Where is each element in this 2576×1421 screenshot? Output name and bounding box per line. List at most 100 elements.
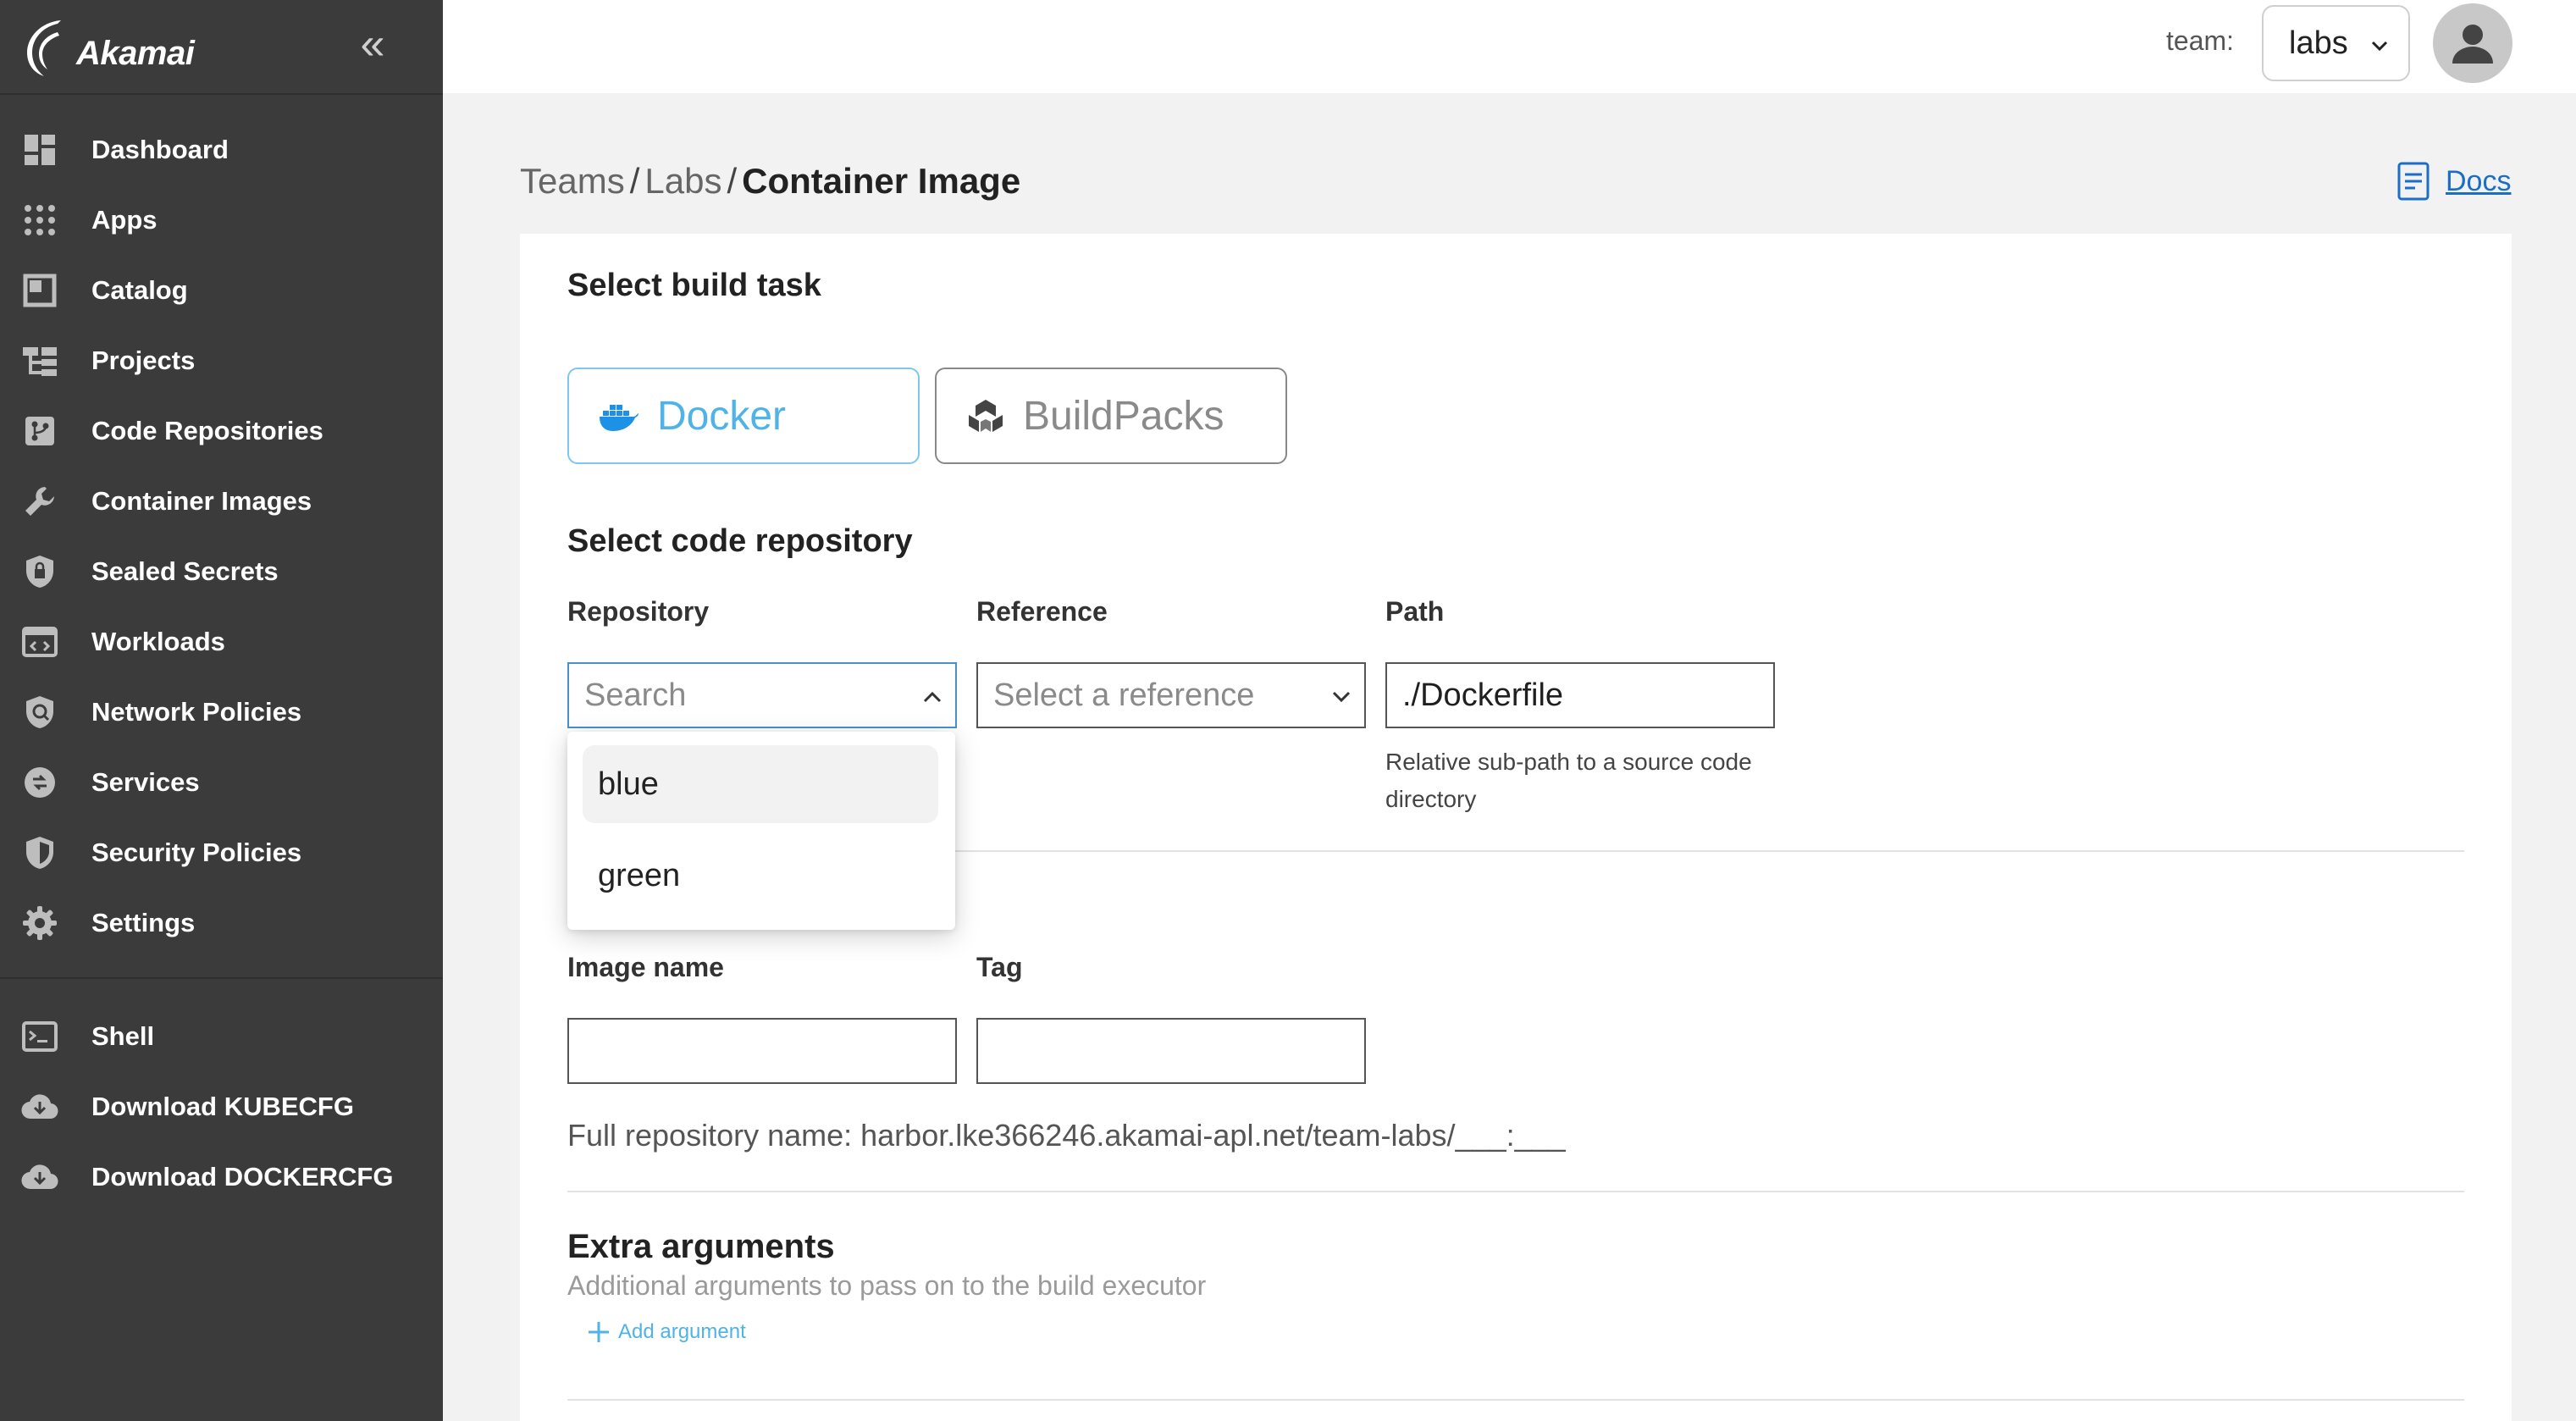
add-argument-button[interactable]: Add argument — [586, 1319, 746, 1345]
dashboard-icon — [19, 129, 61, 171]
sidebar-item-catalog[interactable]: Catalog — [0, 257, 443, 324]
sidebar-item-container-images[interactable]: Container Images — [0, 467, 443, 535]
tag-label: Tag — [976, 952, 1023, 982]
sidebar-item-security-policies[interactable]: Security Policies — [0, 819, 443, 887]
repository-dropdown: blue green — [567, 732, 955, 930]
full-repository-prefix: Full repository name: — [567, 1118, 861, 1153]
catalog-icon — [19, 269, 61, 312]
image-name-label: Image name — [567, 952, 724, 982]
sidebar-item-label: Download DOCKERCFG — [91, 1162, 394, 1192]
sidebar-item-sealed-secrets[interactable]: Sealed Secrets — [0, 538, 443, 605]
sidebar-item-label: Projects — [91, 346, 196, 375]
sidebar-item-projects[interactable]: Projects — [0, 327, 443, 395]
sidebar-item-workloads[interactable]: Workloads — [0, 608, 443, 676]
sidebar-item-label: Settings — [91, 908, 196, 937]
reference-placeholder: Select a reference — [993, 677, 1255, 713]
code-repository-title: Select code repository — [567, 523, 913, 559]
build-task-title: Select build task — [567, 268, 821, 303]
path-input[interactable]: ./Dockerfile — [1385, 662, 1775, 728]
image-name-input[interactable] — [567, 1018, 957, 1084]
team-label: team: — [2166, 25, 2235, 56]
sidebar-item-label: Security Policies — [91, 838, 302, 867]
gear-icon — [19, 902, 61, 944]
document-icon — [2397, 162, 2430, 201]
code-repository-icon — [19, 410, 61, 452]
buildpacks-icon — [969, 400, 1003, 432]
sidebar: Akamai « Dashboard Apps Catalog Projects… — [0, 0, 443, 1421]
sidebar-item-download-dockercfg[interactable]: Download DOCKERCFG — [0, 1143, 443, 1211]
reference-label: Reference — [976, 596, 1108, 627]
page-title: Container Image — [742, 161, 1021, 201]
team-select[interactable]: labs — [2262, 5, 2410, 81]
path-value: ./Dockerfile — [1402, 677, 1564, 713]
sidebar-item-shell[interactable]: Shell — [0, 1003, 443, 1070]
tag-input[interactable] — [976, 1018, 1366, 1084]
full-repository-name: Full repository name: harbor.lke366246.a… — [567, 1118, 1566, 1153]
docker-option-button[interactable]: Docker — [567, 368, 920, 464]
sidebar-divider — [0, 93, 443, 95]
sidebar-item-label: Network Policies — [91, 697, 302, 727]
sidebar-item-label: Catalog — [91, 275, 188, 305]
sidebar-item-network-policies[interactable]: Network Policies — [0, 678, 443, 746]
akamai-wave-icon — [27, 20, 61, 76]
brand-name: Akamai — [76, 34, 195, 72]
plus-icon — [589, 1322, 609, 1342]
sidebar-item-label: Dashboard — [91, 135, 229, 164]
wrench-icon — [19, 480, 61, 523]
akamai-logo[interactable]: Akamai — [24, 14, 244, 81]
docs-link-label: Docs — [2446, 164, 2512, 197]
full-repository-value: harbor.lke366246.akamai-apl.net/team-lab… — [860, 1118, 1566, 1153]
sidebar-item-label: Workloads — [91, 627, 225, 656]
sidebar-item-code-repositories[interactable]: Code Repositories — [0, 397, 443, 465]
docker-icon — [600, 405, 638, 431]
path-label: Path — [1385, 596, 1445, 627]
sidebar-item-label: Shell — [91, 1021, 155, 1051]
sidebar-divider — [0, 977, 443, 979]
workloads-icon — [19, 621, 61, 663]
sidebar-item-label: Sealed Secrets — [91, 556, 279, 586]
breadcrumb-separator: / — [727, 161, 738, 201]
sidebar-item-label: Apps — [91, 205, 158, 235]
network-policy-icon — [19, 691, 61, 733]
sidebar-item-dashboard[interactable]: Dashboard — [0, 116, 443, 184]
sidebar-item-services[interactable]: Services — [0, 749, 443, 816]
buildpacks-option-button[interactable]: BuildPacks — [935, 368, 1287, 464]
breadcrumb-item-teams[interactable]: Teams — [520, 161, 625, 202]
collapse-sidebar-button[interactable]: « — [347, 22, 398, 66]
repository-search-input[interactable]: Search — [567, 662, 957, 728]
option-label: green — [598, 857, 681, 893]
projects-icon — [19, 340, 61, 382]
option-label: blue — [598, 766, 659, 802]
security-shield-icon — [19, 832, 61, 874]
repository-option-green[interactable]: green — [583, 837, 938, 915]
repository-label: Repository — [567, 596, 710, 627]
chevron-down-icon — [1332, 691, 1351, 703]
section-divider — [567, 1191, 2464, 1192]
user-icon — [2452, 25, 2493, 64]
chevron-down-icon — [2371, 41, 2388, 52]
docker-option-label: Docker — [657, 393, 787, 439]
reference-select[interactable]: Select a reference — [976, 662, 1366, 728]
add-argument-label: Add argument — [618, 1320, 746, 1343]
terminal-icon — [19, 1015, 61, 1058]
cloud-download-icon — [19, 1086, 61, 1128]
sidebar-item-label: Container Images — [91, 486, 312, 516]
path-helper-text: Relative sub-path to a source code direc… — [1385, 749, 1752, 812]
cloud-download-icon — [19, 1156, 61, 1198]
docs-link[interactable]: Docs — [2396, 161, 2511, 202]
sidebar-item-label: Services — [91, 767, 200, 797]
breadcrumb-separator: / — [629, 161, 640, 201]
repository-option-blue[interactable]: blue — [583, 745, 938, 823]
sidebar-item-label: Download KUBECFG — [91, 1092, 354, 1121]
sidebar-item-settings[interactable]: Settings — [0, 889, 443, 957]
breadcrumb: Teams / Labs / Container Image — [520, 161, 1020, 202]
extra-arguments-subtitle: Additional arguments to pass on to the b… — [567, 1270, 1207, 1301]
breadcrumb-item-labs[interactable]: Labs — [644, 161, 721, 202]
user-avatar[interactable] — [2433, 3, 2512, 83]
buildpacks-option-label: BuildPacks — [1023, 393, 1224, 439]
sidebar-item-label: Code Repositories — [91, 416, 323, 445]
sidebar-item-apps[interactable]: Apps — [0, 186, 443, 254]
extra-arguments-title: Extra arguments — [567, 1228, 835, 1265]
sidebar-item-download-kubecfg[interactable]: Download KUBECFG — [0, 1073, 443, 1141]
services-icon — [19, 761, 61, 804]
